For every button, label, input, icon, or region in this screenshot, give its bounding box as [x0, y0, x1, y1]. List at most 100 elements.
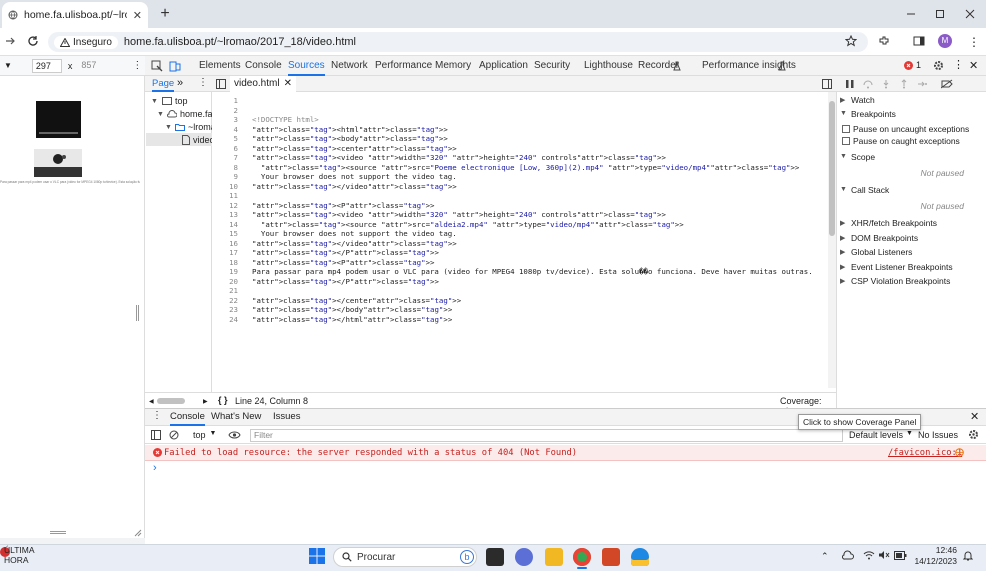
reload-icon[interactable] — [27, 35, 39, 47]
section-breakpoints[interactable]: ▼ Breakpoints — [840, 107, 896, 120]
code-line[interactable]: "attr">class="tag"><P"attr">class="tag">… — [252, 201, 434, 211]
tree-item-top[interactable]: ▼ top — [151, 96, 188, 106]
editor-file-tab[interactable]: video.html ✕ — [230, 76, 296, 92]
line-number[interactable]: 20 — [212, 277, 238, 287]
notification-bell-icon[interactable] — [963, 550, 973, 561]
tab-application[interactable]: Application — [479, 56, 528, 76]
line-number[interactable]: 15 — [212, 229, 238, 239]
code-line[interactable]: "attr">class="tag"><source "attr">src="P… — [252, 163, 799, 173]
code-line[interactable]: Your browser does not support the video … — [252, 172, 457, 182]
line-number[interactable]: 22 — [212, 296, 238, 306]
security-chip[interactable]: Inseguro — [54, 35, 118, 49]
line-number[interactable]: 2 — [212, 106, 238, 116]
tab-console[interactable]: Console — [245, 56, 282, 76]
video-player-1[interactable] — [36, 101, 81, 138]
line-number[interactable]: 11 — [212, 191, 238, 201]
line-number[interactable]: 6 — [212, 144, 238, 154]
step-out-icon[interactable] — [899, 79, 909, 89]
code-line[interactable]: <!DOCTYPE html> — [252, 115, 319, 125]
device-width-input[interactable]: 297 — [31, 58, 62, 73]
code-line[interactable]: "attr">class="tag"></html"attr">class="t… — [252, 315, 452, 325]
console-filter-input[interactable]: Filter — [250, 429, 843, 442]
code-line[interactable]: Your browser does not support the video … — [252, 229, 457, 239]
close-window-button[interactable] — [956, 4, 984, 24]
code-line[interactable]: "attr">class="tag"><video "attr">width="… — [252, 210, 666, 220]
line-number[interactable]: 5 — [212, 134, 238, 144]
minimize-button[interactable] — [897, 4, 925, 24]
line-number[interactable]: 24 — [212, 315, 238, 325]
more-tabs-icon[interactable]: » — [177, 77, 183, 89]
checkbox[interactable] — [842, 124, 850, 133]
code-line[interactable]: "attr">class="tag"><body"attr">class="ta… — [252, 134, 448, 144]
console-settings-gear-icon[interactable] — [968, 429, 979, 440]
tree-item-domain[interactable]: ▼ home.fa.ul — [157, 109, 212, 119]
line-number[interactable]: 8 — [212, 163, 238, 173]
context-selector[interactable]: top ▼ — [193, 430, 216, 440]
volume-muted-icon[interactable] — [878, 550, 890, 560]
device-height-input[interactable]: 857 — [78, 59, 108, 73]
devtools-more-icon[interactable]: ⋮ — [953, 58, 964, 71]
cloud-icon[interactable] — [842, 550, 854, 560]
wifi-icon[interactable] — [863, 550, 875, 560]
line-number[interactable]: 12 — [212, 201, 238, 211]
tab-elements[interactable]: Elements — [199, 56, 241, 76]
powerpoint-icon[interactable] — [602, 548, 620, 566]
section-xhr-breakpoints[interactable]: ▶ XHR/fetch Breakpoints — [840, 216, 937, 229]
toggle-navigator-icon[interactable] — [216, 79, 226, 89]
tree-item-folder[interactable]: ▼ ~lromao — [165, 122, 212, 132]
pretty-print-button[interactable]: { } — [218, 395, 228, 405]
editor-scroll-thumb[interactable] — [829, 101, 835, 236]
code-line[interactable]: "attr">class="tag"></P"attr">class="tag"… — [252, 248, 439, 258]
navigator-menu-icon[interactable]: ⋮ — [198, 77, 208, 88]
new-tab-button[interactable]: + — [156, 5, 174, 23]
code-line[interactable]: "attr">class="tag"></center"attr">class=… — [252, 296, 461, 306]
chrome-icon[interactable] — [573, 548, 591, 566]
close-drawer-icon[interactable]: ✕ — [970, 410, 979, 423]
code-line[interactable]: "attr">class="tag"><center"attr">class="… — [252, 144, 457, 154]
line-number[interactable]: 14 — [212, 220, 238, 230]
settings-gear-icon[interactable] — [933, 60, 944, 71]
checkbox[interactable] — [842, 136, 850, 145]
section-csp-breakpoints[interactable]: ▶ CSP Violation Breakpoints — [840, 274, 950, 287]
device-dropdown-icon[interactable]: ▼ — [4, 61, 12, 70]
security-shield-icon[interactable] — [631, 548, 649, 566]
line-number[interactable]: 23 — [212, 305, 238, 315]
start-windows-icon[interactable] — [309, 548, 325, 564]
resize-handle-bottom[interactable] — [50, 531, 66, 534]
section-watch[interactable]: ▶ Watch — [840, 93, 875, 106]
video-player-2[interactable] — [34, 149, 82, 177]
code-line[interactable]: "attr">class="tag"></video"attr">class="… — [252, 239, 457, 249]
side-panel-icon[interactable] — [913, 35, 925, 47]
tree-item-file[interactable]: video — [182, 135, 212, 145]
network-icon[interactable] — [955, 448, 964, 457]
issues-counter[interactable]: No Issues — [918, 430, 958, 440]
file-explorer-icon[interactable] — [545, 548, 563, 566]
line-number[interactable]: 16 — [212, 239, 238, 249]
resize-handle-right[interactable] — [136, 305, 139, 321]
log-levels-dropdown[interactable]: Default levels ▼ — [849, 430, 913, 440]
code-editor[interactable]: <!DOCTYPE html> "attr">class="tag"><html"… — [244, 92, 828, 392]
pause-caught-checkbox[interactable]: Pause on caught exceptions — [842, 134, 960, 147]
section-event-listener-breakpoints[interactable]: ▶ Event Listener Breakpoints — [840, 260, 953, 273]
code-line[interactable]: "attr">class="tag"><video "attr">width="… — [252, 153, 666, 163]
device-more-icon[interactable]: ⋮ — [132, 60, 142, 71]
code-line[interactable]: "attr">class="tag"></video"attr">class="… — [252, 182, 457, 192]
section-call-stack[interactable]: ▼ Call Stack — [840, 183, 889, 196]
console-sidebar-icon[interactable] — [151, 430, 161, 440]
drawer-tab-issues[interactable]: Issues — [273, 408, 300, 426]
drawer-menu-icon[interactable]: ⋮ — [152, 410, 162, 421]
line-number[interactable]: 4 — [212, 125, 238, 135]
error-counter[interactable]: 1 — [904, 60, 921, 70]
drawer-tab-whats-new[interactable]: What's New — [211, 408, 261, 426]
section-dom-breakpoints[interactable]: ▶ DOM Breakpoints — [840, 231, 918, 244]
forward-icon[interactable] — [4, 35, 16, 47]
console-output[interactable]: › — [145, 461, 986, 538]
tab-security[interactable]: Security — [534, 56, 570, 76]
close-devtools-icon[interactable]: ✕ — [969, 59, 978, 72]
tab-performance[interactable]: Performance — [375, 56, 432, 76]
address-bar[interactable]: Inseguro home.fa.ulisboa.pt/~lromao/2017… — [48, 32, 868, 52]
tab-sources[interactable]: Sources — [288, 56, 325, 76]
drawer-tab-console[interactable]: Console — [170, 408, 205, 426]
tab-memory[interactable]: Memory — [435, 56, 471, 76]
step-into-icon[interactable] — [881, 79, 891, 89]
